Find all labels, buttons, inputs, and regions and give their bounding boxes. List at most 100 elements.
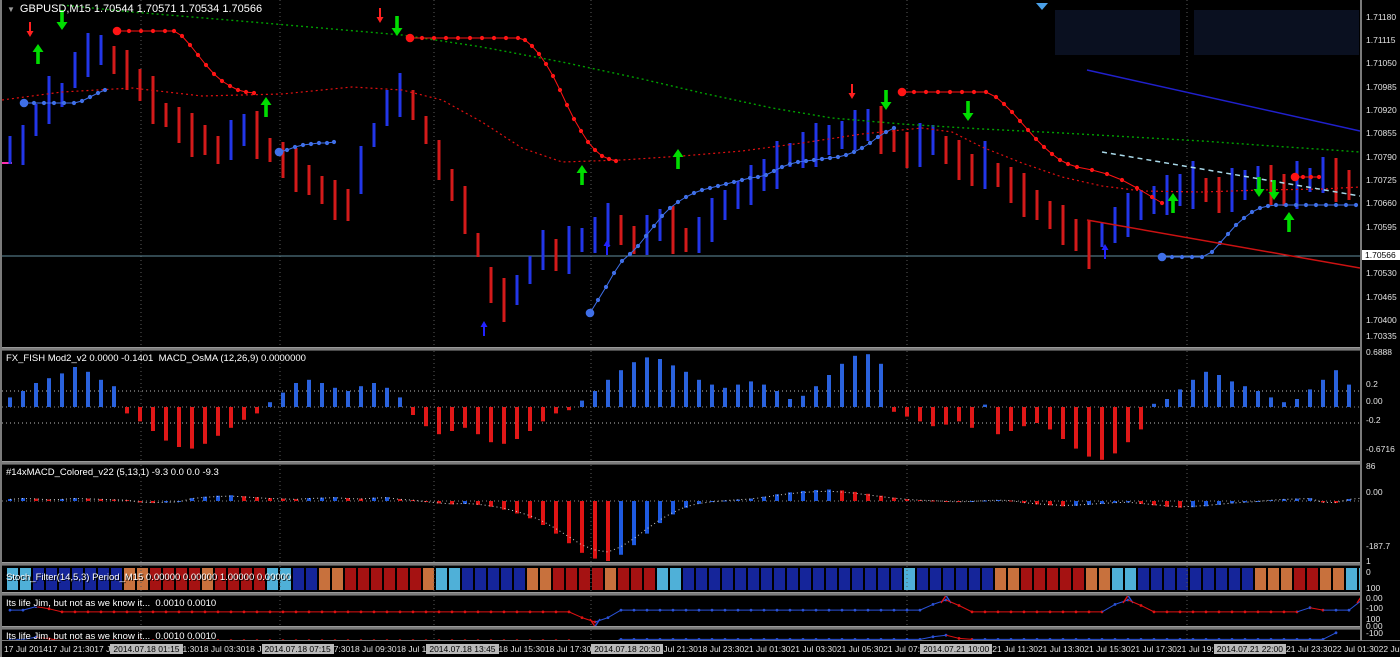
stoch-filter-cell [839, 568, 850, 590]
hist-bar [21, 498, 25, 501]
hist-bar [385, 388, 389, 407]
bear-bar [1088, 221, 1091, 269]
step-line [49, 609, 62, 612]
panel-divider[interactable] [2, 347, 1400, 351]
red-trailing-stop-dot [912, 90, 916, 94]
price-axis-label: 0.00 [1366, 487, 1383, 497]
blue-trailing-stop-dot [72, 101, 76, 105]
main-price-panel[interactable]: ▼ GBPUSD,M15 1.70544 1.70571 1.70534 1.7… [2, 0, 1360, 347]
panel-divider[interactable] [2, 562, 1400, 566]
info-box [1194, 10, 1359, 55]
price-axis-label: -0.2 [1366, 415, 1381, 425]
bear-bar [139, 69, 142, 101]
panel-divider[interactable] [2, 626, 1400, 630]
bull-bar [1309, 168, 1312, 192]
hist-bar [346, 391, 350, 407]
red-trailing-stop-dot [468, 36, 472, 40]
bull-bar [542, 230, 545, 270]
hist-bar [281, 393, 285, 407]
blue-trailing-stop-dot [293, 145, 297, 149]
blue-trailing-stop-dot [1344, 203, 1348, 207]
trendline[interactable] [1087, 70, 1360, 131]
stoch-filter-cell [540, 568, 551, 590]
mt4-chart-window: ▼ GBPUSD,M15 1.70544 1.70571 1.70534 1.7… [0, 0, 1400, 657]
hist-bar [567, 501, 571, 543]
bear-bar [1023, 173, 1026, 217]
buy-signal-arrow-icon-head [1168, 193, 1179, 201]
hist-bar [437, 407, 441, 434]
panel-macd-bars [8, 489, 1360, 561]
stoch-filter-cell [683, 568, 694, 590]
symbol-dropdown-icon[interactable]: ▼ [7, 5, 15, 14]
hist-bar [476, 407, 480, 434]
stoch-filter-cell [1346, 568, 1357, 590]
fx-fish-macd-osma-panel[interactable]: FX_FISH Mod2_v2 0.0000 -0.1401 MACD_OsMA… [2, 351, 1360, 461]
time-axis-highlighted-label: 2014.07.21 22:00 [1214, 644, 1286, 654]
red-trailing-stop-dot [1018, 119, 1022, 123]
blue-trailing-stop-line [590, 128, 894, 313]
step-line [946, 635, 959, 638]
hist-bar [853, 356, 857, 407]
hist-bar [60, 373, 64, 407]
bear-bar [204, 125, 207, 155]
macd-colored-panel[interactable]: #14xMACD_Colored_v22 (5,13,1) -9.3 0.0 0… [2, 465, 1360, 562]
stoch-filter-panel[interactable]: Stoch_Filter(14,5,3) Period_M15 0.00000 … [2, 566, 1360, 592]
hist-bar [333, 388, 337, 407]
blue-trailing-stop-dot [660, 214, 664, 218]
price-axis-label: 1.70465 [1366, 292, 1397, 302]
step-line [569, 612, 582, 618]
blue-trailing-stop-dot [96, 91, 100, 95]
bull-bar [87, 33, 90, 77]
bear-bar [334, 180, 337, 220]
price-axis-label: 1.71115 [1366, 35, 1395, 45]
hist-bar [580, 401, 584, 407]
bear-bar [464, 186, 467, 234]
panel-divider[interactable] [2, 592, 1400, 596]
sell-signal-arrow-icon-head [849, 93, 856, 99]
step-line [920, 604, 933, 610]
blue-trailing-stop-dot [1304, 203, 1308, 207]
hist-bar [645, 501, 649, 534]
price-axis[interactable]: 1.711801.711151.710501.709851.709201.708… [1360, 0, 1400, 640]
red-trailing-stop-dot [1090, 168, 1094, 172]
red-trailing-stop-dot [228, 84, 232, 88]
red-trailing-stop-dot [579, 129, 583, 133]
bull-bar [802, 132, 805, 168]
trendline[interactable] [1087, 220, 1360, 268]
its-life-jim-panel-1[interactable]: Its life Jim, but not as we know it... 0… [2, 596, 1360, 626]
hist-bar [658, 501, 662, 523]
red-trailing-stop-dot [994, 95, 998, 99]
stoch-filter-cell [813, 568, 824, 590]
time-axis-highlighted-label: 2014.07.21 10:00 [920, 644, 992, 654]
hist-bar [1139, 501, 1143, 504]
red-trailing-stop-dot [544, 62, 548, 66]
red-trailing-stop-dot [1050, 152, 1054, 156]
time-axis[interactable]: 17 Jul 201417 Jul 21:3017 J2014.07.18 01… [2, 640, 1400, 657]
red-trailing-stop-dot [1120, 178, 1124, 182]
bear-bar [113, 46, 116, 74]
red-trailing-stop-dot [504, 36, 508, 40]
hist-bar [359, 499, 363, 501]
hist-bar [944, 407, 948, 425]
stoch-filter-cell [1034, 568, 1045, 590]
stoch-filter-cell [1125, 568, 1136, 590]
scroll-position-triangle-icon[interactable] [1036, 3, 1048, 10]
price-axis-label: 1.70790 [1366, 152, 1397, 162]
blue-trailing-stop-dot [700, 188, 704, 192]
stoch-filter-cell [1216, 568, 1227, 590]
bear-bar [685, 228, 688, 252]
red-trailing-stop-dot [1034, 137, 1038, 141]
bull-bar [230, 120, 233, 160]
red-trailing-stop-dot [1160, 201, 1164, 205]
hist-bar [86, 372, 90, 407]
hist-bar [567, 407, 571, 410]
bull-bar [373, 123, 376, 147]
price-axis-label: -0.6716 [1366, 444, 1395, 454]
price-axis-label: 86 [1366, 461, 1375, 471]
hist-bar [294, 383, 298, 407]
blue-trailing-stop-dot [103, 88, 107, 92]
panel-divider[interactable] [2, 461, 1400, 465]
step-line [1128, 600, 1141, 606]
stoch-filter-cell [826, 568, 837, 590]
price-axis-label: 0.00 [1366, 396, 1383, 406]
